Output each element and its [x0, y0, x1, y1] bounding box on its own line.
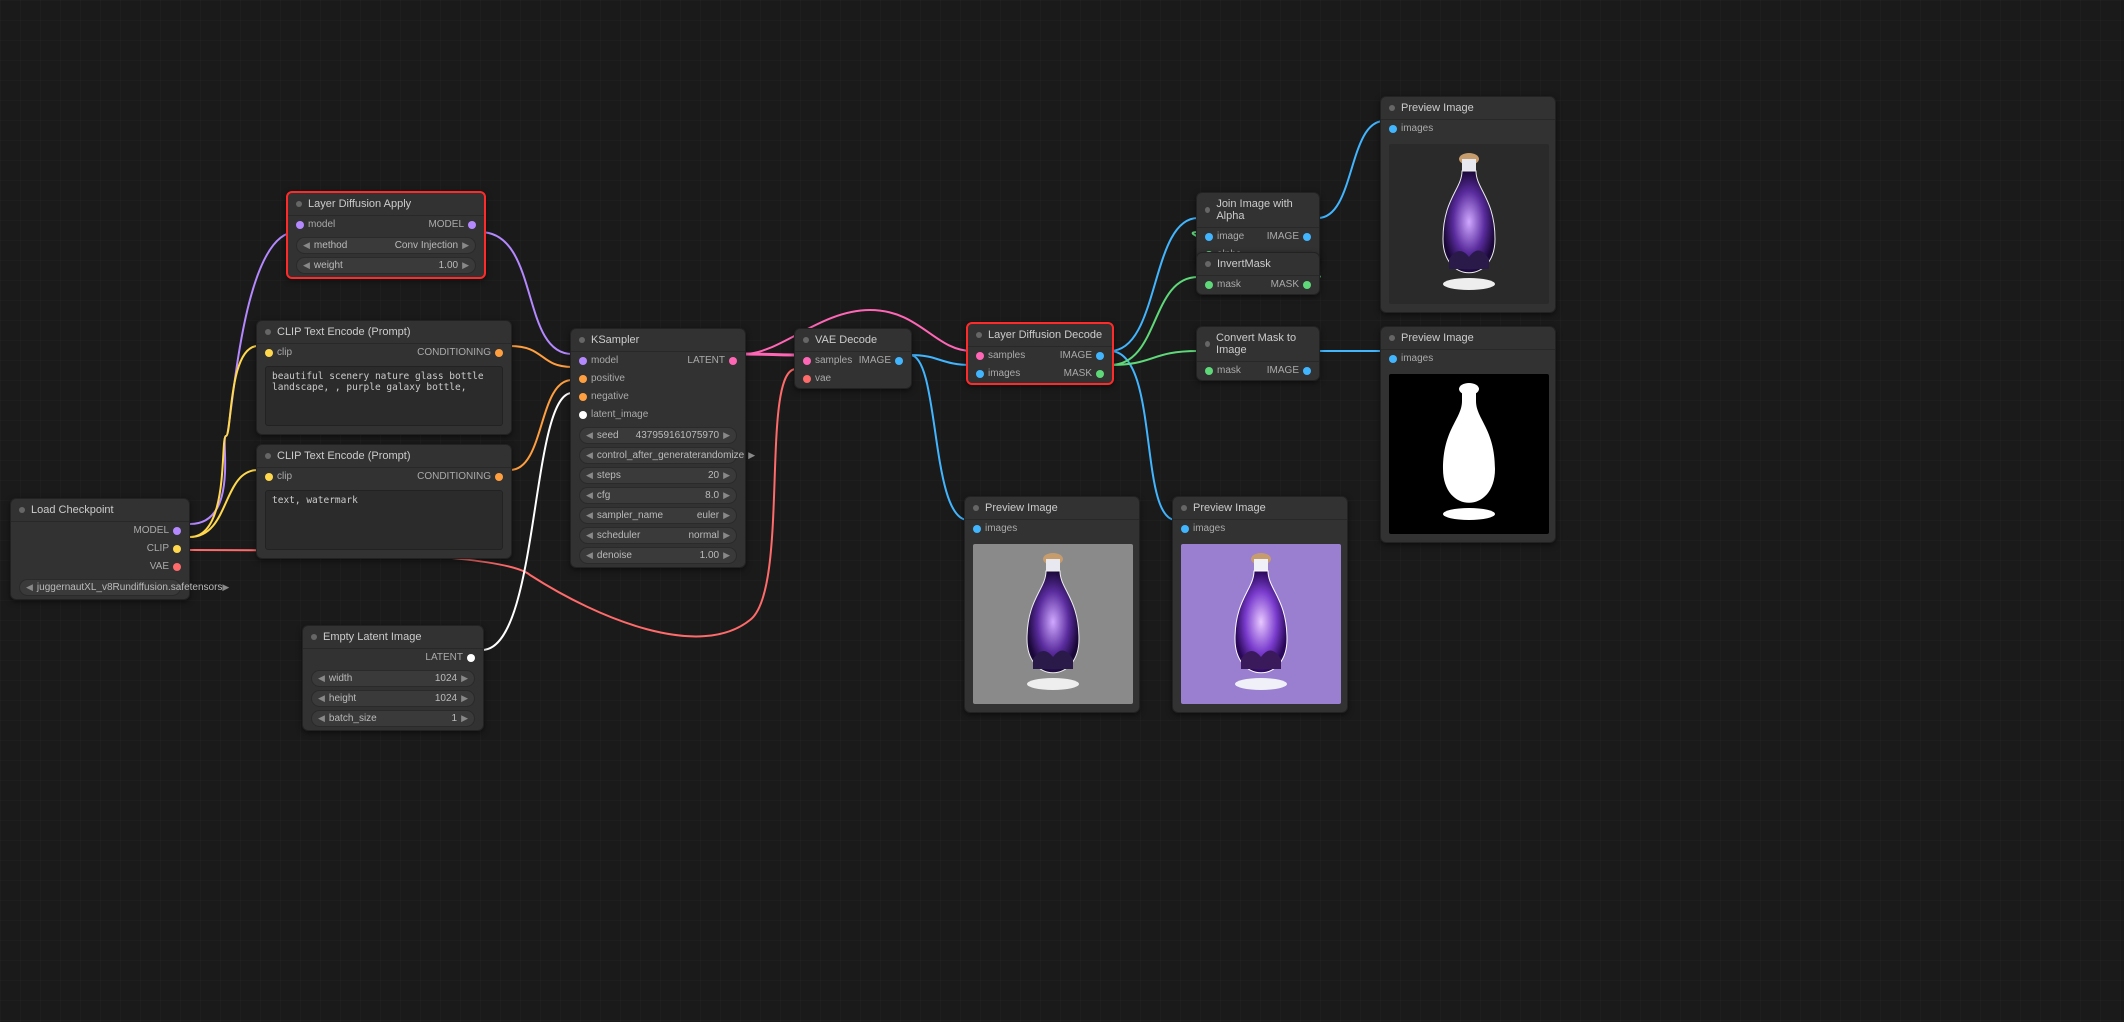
- node-title[interactable]: Preview Image: [1173, 497, 1347, 520]
- node-title[interactable]: KSampler: [571, 329, 745, 352]
- node-ksampler[interactable]: KSampler modelLATENT positive negative l…: [570, 328, 746, 568]
- node-title[interactable]: Preview Image: [965, 497, 1139, 520]
- node-title[interactable]: Join Image with Alpha: [1197, 193, 1319, 228]
- node-preview-1[interactable]: Preview Image images: [964, 496, 1140, 713]
- cfg-field[interactable]: ◀cfg8.0▶: [579, 487, 737, 504]
- weight-field[interactable]: ◀weight1.00▶: [296, 257, 476, 274]
- node-layer-diffusion-apply[interactable]: Layer Diffusion Apply modelMODEL ◀method…: [286, 191, 486, 279]
- preview-thumbnail: [1389, 144, 1549, 304]
- node-title[interactable]: VAE Decode: [795, 329, 911, 352]
- node-convert-mask[interactable]: Convert Mask to Image maskIMAGE: [1196, 326, 1320, 381]
- denoise-field[interactable]: ◀denoise1.00▶: [579, 547, 737, 564]
- scheduler-select[interactable]: ◀schedulernormal▶: [579, 527, 737, 544]
- node-title[interactable]: InvertMask: [1197, 253, 1319, 276]
- method-select[interactable]: ◀methodConv Injection▶: [296, 237, 476, 254]
- node-preview-2[interactable]: Preview Image images: [1172, 496, 1348, 713]
- negative-text[interactable]: text, watermark: [265, 490, 503, 550]
- cag-select[interactable]: ◀control_after_generaterandomize▶: [579, 447, 737, 464]
- preview-thumbnail: [973, 544, 1133, 704]
- batch-field[interactable]: ◀batch_size1▶: [311, 710, 475, 727]
- node-layer-diffusion-decode[interactable]: Layer Diffusion Decode samplesIMAGE imag…: [966, 322, 1114, 385]
- node-load-checkpoint[interactable]: Load Checkpoint MODEL CLIP VAE ◀juggerna…: [10, 498, 190, 600]
- node-title[interactable]: CLIP Text Encode (Prompt): [257, 445, 511, 468]
- node-vae-decode[interactable]: VAE Decode samplesIMAGE vae: [794, 328, 912, 389]
- preview-thumbnail: [1389, 374, 1549, 534]
- seed-field[interactable]: ◀seed437959161075970▶: [579, 427, 737, 444]
- node-title[interactable]: Preview Image: [1381, 327, 1555, 350]
- node-title[interactable]: Layer Diffusion Apply: [288, 193, 484, 216]
- node-title[interactable]: Empty Latent Image: [303, 626, 483, 649]
- node-clip-positive[interactable]: CLIP Text Encode (Prompt) clipCONDITIONI…: [256, 320, 512, 435]
- node-title[interactable]: Layer Diffusion Decode: [968, 324, 1112, 347]
- preview-thumbnail: [1181, 544, 1341, 704]
- node-preview-3[interactable]: Preview Image images: [1380, 326, 1556, 543]
- node-title[interactable]: Load Checkpoint: [11, 499, 189, 522]
- height-field[interactable]: ◀height1024▶: [311, 690, 475, 707]
- node-preview-4[interactable]: Preview Image images: [1380, 96, 1556, 313]
- ckpt-select[interactable]: ◀juggernautXL_v8Rundiffusion.safetensors…: [19, 579, 181, 596]
- node-title[interactable]: Preview Image: [1381, 97, 1555, 120]
- node-clip-negative[interactable]: CLIP Text Encode (Prompt) clipCONDITIONI…: [256, 444, 512, 559]
- node-title[interactable]: Convert Mask to Image: [1197, 327, 1319, 362]
- node-invert-mask[interactable]: InvertMask maskMASK: [1196, 252, 1320, 295]
- node-empty-latent[interactable]: Empty Latent Image LATENT ◀width1024▶ ◀h…: [302, 625, 484, 731]
- sampler-select[interactable]: ◀sampler_nameeuler▶: [579, 507, 737, 524]
- prompt-text[interactable]: beautiful scenery nature glass bottle la…: [265, 366, 503, 426]
- node-title[interactable]: CLIP Text Encode (Prompt): [257, 321, 511, 344]
- width-field[interactable]: ◀width1024▶: [311, 670, 475, 687]
- steps-field[interactable]: ◀steps20▶: [579, 467, 737, 484]
